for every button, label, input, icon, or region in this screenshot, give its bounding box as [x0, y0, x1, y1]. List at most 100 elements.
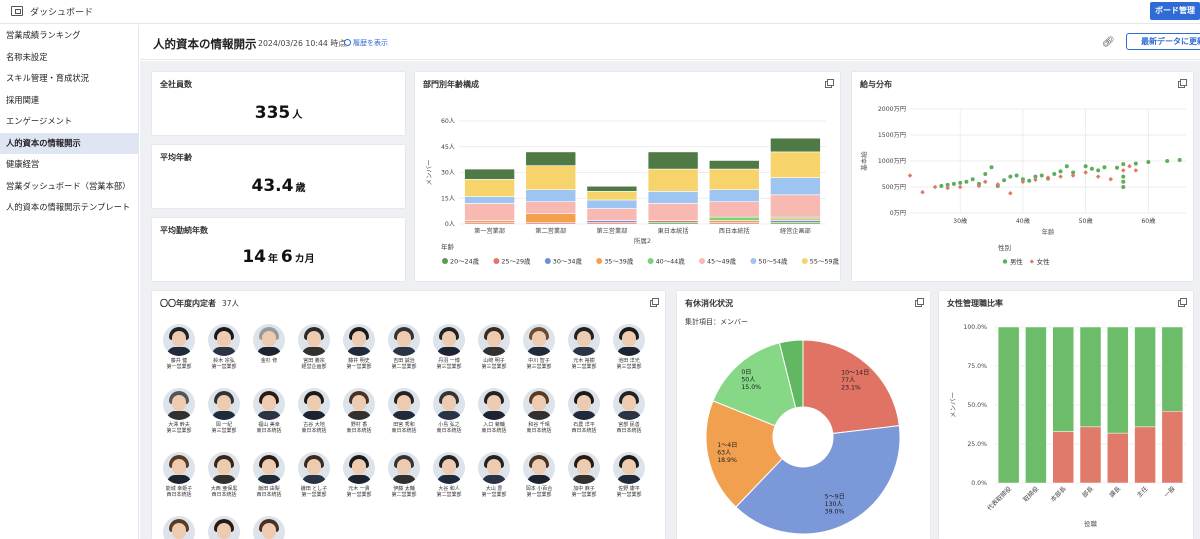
employee-card[interactable]: 金杉 修: [249, 324, 289, 364]
employee-photo: [253, 388, 285, 420]
employee-dept: 第一営業部: [481, 492, 507, 498]
scatter-point: [958, 180, 963, 185]
x-tick-label: 第一営業部: [474, 227, 505, 235]
legend-title: 性別: [998, 243, 1011, 252]
employee-card[interactable]: 丹羽 一博 第三営業部: [429, 324, 469, 370]
legend-marker: [1002, 259, 1008, 264]
employee-card[interactable]: 池田 洋光 第三営業部: [609, 324, 649, 370]
employee-card[interactable]: 鎌田 とし子 第一営業部: [294, 452, 334, 498]
employee-dept: 東日本統括: [391, 428, 417, 434]
x-tick-label: 30歳: [953, 217, 967, 225]
sidebar-item[interactable]: 営業ダッシュボード（営業本部）: [0, 176, 138, 198]
employee-card[interactable]: 鈴木 宗弘 第一営業部: [204, 324, 244, 370]
employee-card[interactable]: [204, 516, 244, 539]
bar-segment: [1052, 431, 1074, 484]
employee-card[interactable]: 宮田 義宗 経営企画部: [294, 324, 334, 370]
employee-card[interactable]: 福山 美幸 東日本統括: [249, 388, 289, 434]
sidebar-item[interactable]: エンゲージメント: [0, 111, 138, 133]
sidebar-item[interactable]: スキル管理・育成状況: [0, 68, 138, 90]
employee-dept: 第一営業部: [346, 364, 372, 370]
y-tick-label: 0万円: [890, 210, 906, 217]
scatter-point: [1052, 172, 1057, 176]
y-tick-label: 1500万円: [878, 132, 906, 139]
sidebar-item[interactable]: 採用関連: [0, 90, 138, 112]
employee-card[interactable]: [249, 516, 289, 539]
employee-dept: 第二営業部: [436, 492, 462, 498]
board-manage-button[interactable]: ボード管理: [1150, 2, 1200, 20]
employee-photo: [433, 452, 465, 484]
employee-card[interactable]: 大谷 和人 第二営業部: [429, 452, 469, 498]
employee-card[interactable]: 田宮 秀和 東日本統括: [384, 388, 424, 434]
x-tick-label: 主任: [1135, 485, 1149, 499]
sidebar-item[interactable]: 人的資本の情報開示テンプレート: [0, 197, 138, 219]
employee-card[interactable]: 大山 豊第一営業部: [474, 452, 514, 498]
link-icon[interactable]: 🔗︎: [1102, 37, 1115, 48]
employee-card[interactable]: 能城 幸姫子 西日本統括: [159, 452, 199, 498]
employee-card[interactable]: [159, 516, 199, 539]
employee-photo: [478, 452, 510, 484]
employee-photo: [613, 452, 645, 484]
bar-segment: [647, 203, 699, 221]
x-tick-label: 代表取締役: [986, 485, 1014, 513]
employee-photo: [433, 324, 465, 356]
employee-photo: [568, 452, 600, 484]
bar-segment: [1025, 326, 1047, 484]
sidebar-item[interactable]: 営業成績ランキング: [0, 25, 138, 47]
employee-card[interactable]: 入口 菊輔 東日本統括: [474, 388, 514, 434]
bar-segment: [770, 151, 821, 178]
employee-photo: [433, 388, 465, 420]
history-link[interactable]: 履歴を表示: [344, 38, 388, 48]
kpi-unit: 人: [292, 110, 303, 121]
employee-card[interactable]: 岡 一紀 第三営業部: [204, 388, 244, 434]
employee-card[interactable]: 石農 洋平 西日本統括: [564, 388, 604, 434]
scatter-point: [989, 165, 994, 170]
employee-card[interactable]: 伊藤 太輔 第二営業部: [384, 452, 424, 498]
employee-card[interactable]: 元木 一貴 第一営業部: [339, 452, 379, 498]
sidebar-item[interactable]: 名称未設定: [0, 47, 138, 69]
bar-segment: [1107, 432, 1129, 484]
employee-card[interactable]: 和谷 千晴 東日本統括: [519, 388, 559, 434]
scatter-point: [1039, 173, 1044, 178]
employee-card[interactable]: 宮部 民善 西日本統括: [609, 388, 649, 434]
employee-card[interactable]: 藤井 健第一営業部: [159, 324, 199, 370]
employee-card[interactable]: 小島 弘之 東日本統括: [429, 388, 469, 434]
employee-card[interactable]: 大澤 幹夫 第三営業部: [159, 388, 199, 434]
employee-card[interactable]: 加中 麻子 第一営業部: [564, 452, 604, 498]
employee-photo: [298, 324, 330, 356]
kpi-number: 335: [254, 103, 291, 123]
y-axis-label: 基本給: [859, 151, 868, 171]
employee-card[interactable]: 佐野 康平 第一営業部: [609, 452, 649, 498]
employee-dept: 第一営業部: [301, 492, 327, 498]
employee-card[interactable]: 飯田 由梨 西日本統括: [249, 452, 289, 498]
sidebar-item[interactable]: 健康経営: [0, 154, 138, 176]
scatter-point: [1121, 179, 1126, 184]
employee-card[interactable]: 吉田 誠治 第二営業部: [384, 324, 424, 370]
scatter-point: [1115, 165, 1119, 170]
slice-label: 10〜14日: [841, 370, 869, 377]
scatter-point: [1121, 174, 1126, 179]
average-age-card: 平均年齢 43.4 歳: [152, 145, 405, 208]
employee-card[interactable]: 元木 裕樹 第二営業部: [564, 324, 604, 370]
employee-photo: [163, 388, 195, 420]
expand-icon[interactable]: [650, 298, 659, 307]
bar-segment: [1079, 326, 1102, 428]
employee-card[interactable]: 中川 智子 第三営業部: [519, 324, 559, 370]
legend-label: 女性: [1037, 257, 1050, 266]
card-title: 全社員数: [160, 80, 192, 89]
employee-card[interactable]: 野村 香東日本統括: [339, 388, 379, 434]
scatter-point: [1083, 164, 1088, 169]
employee-card[interactable]: 岡本 小百合 第一営業部: [519, 452, 559, 498]
slice-label: 63人: [717, 449, 731, 456]
scatter-point: [957, 184, 963, 190]
scatter-point: [1002, 178, 1007, 183]
employee-card[interactable]: 古谷 大地 東日本統括: [294, 388, 334, 434]
employee-card[interactable]: 大西 亜保黒 西日本統括: [204, 452, 244, 498]
employee-dept: 東日本統括: [526, 428, 552, 434]
y-axis-label: メンバー: [949, 392, 957, 418]
employee-card[interactable]: 藤井 明史 第一営業部: [339, 324, 379, 370]
refresh-data-button[interactable]: 最新データに更新: [1126, 33, 1200, 50]
sidebar-item[interactable]: 人的資本の情報開示: [0, 132, 138, 154]
employee-photo: [613, 324, 645, 356]
employee-card[interactable]: 山﨑 明子 第三営業部: [474, 324, 514, 370]
kpi-years: 14: [242, 247, 267, 267]
